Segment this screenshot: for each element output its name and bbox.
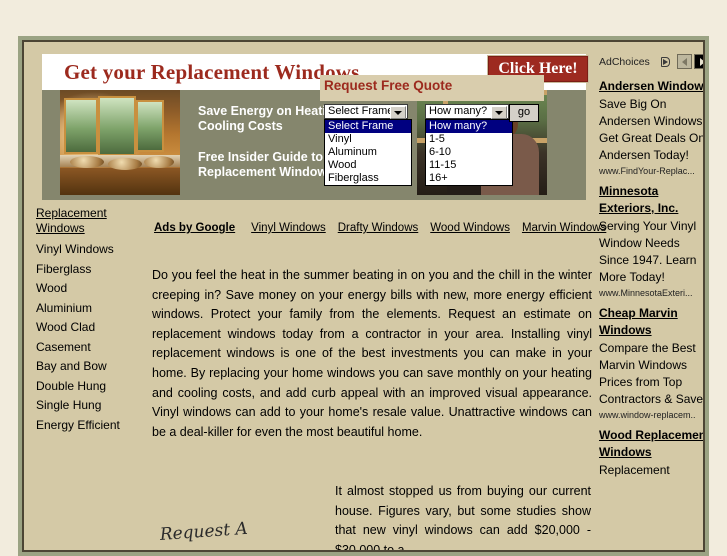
page-content: Get your Replacement Windows Save Energy… xyxy=(24,42,703,550)
rail-ad-3[interactable]: Cheap Marvin Windows Compare the Best Ma… xyxy=(599,305,703,421)
rail-ad-3-url: www.window-replacem.. xyxy=(599,410,696,420)
left-sidebar-nav: Replacement Windows Vinyl Windows Fiberg… xyxy=(36,206,152,435)
rail-ad-3-title[interactable]: Cheap Marvin Windows xyxy=(599,305,703,339)
quantity-option-4[interactable]: 16+ xyxy=(426,172,512,185)
sidebar-item-vinyl-windows[interactable]: Vinyl Windows xyxy=(36,240,152,260)
rail-ad-4-title[interactable]: Wood Replacement Windows xyxy=(599,427,703,461)
sidebar-item-single-hung[interactable]: Single Hung xyxy=(36,396,152,416)
page-frame: Get your Replacement Windows Save Energy… xyxy=(18,36,709,556)
ads-link-drafty-windows[interactable]: Drafty Windows xyxy=(338,222,419,234)
ads-by-google-label[interactable]: Ads by Google xyxy=(154,222,235,234)
sidebar-item-wood-clad[interactable]: Wood Clad xyxy=(36,318,152,338)
adchoices-triangle-icon[interactable] xyxy=(661,57,670,67)
frame-select-box[interactable]: Select Frame xyxy=(324,104,408,119)
rail-ad-1-description: Save Big On Andersen Windows. Get Great … xyxy=(599,97,703,162)
ads-by-google-row: Ads by Google Vinyl Windows Drafty Windows… xyxy=(154,222,606,234)
sidebar-item-replacement-windows[interactable]: Replacement Windows xyxy=(36,206,152,236)
go-button[interactable]: go xyxy=(509,104,539,122)
rail-ad-4[interactable]: Wood Replacement Windows Replacement xyxy=(599,427,703,479)
rail-ad-2-description: Serving Your Vinyl Window Needs Since 19… xyxy=(599,219,697,284)
quantity-select-value: How many? xyxy=(429,105,488,117)
quantity-option-3[interactable]: 11-15 xyxy=(426,159,512,172)
quantity-option-0[interactable]: How many? xyxy=(426,120,512,133)
rail-ad-1[interactable]: Andersen Windows Save Big On Andersen Wi… xyxy=(599,78,703,177)
quantity-select-group[interactable]: How many? How many? 1-5 6-10 11-15 16+ xyxy=(425,104,513,186)
chevron-right-icon[interactable] xyxy=(694,54,703,69)
rail-ad-3-description: Compare the Best Marvin Windows Prices f… xyxy=(599,341,703,406)
sidebar-item-aluminium[interactable]: Aluminium xyxy=(36,299,152,319)
ads-link-marvin-windows[interactable]: Marvin Windows xyxy=(522,222,606,234)
sidebar-item-fiberglass[interactable]: Fiberglass xyxy=(36,260,152,280)
sidebar-item-double-hung[interactable]: Double Hung xyxy=(36,377,152,397)
rail-ad-2-title[interactable]: Minnesota Exteriors, Inc. xyxy=(599,183,703,217)
chevron-down-icon[interactable] xyxy=(390,106,406,119)
adchoices-row: AdChoices xyxy=(599,54,703,72)
sidebar-item-wood[interactable]: Wood xyxy=(36,279,152,299)
chevron-left-icon[interactable] xyxy=(677,54,692,69)
rail-ad-4-description: Replacement xyxy=(599,463,670,477)
rail-ad-1-title[interactable]: Andersen Windows xyxy=(599,78,703,95)
quantity-select-box[interactable]: How many? xyxy=(425,104,509,119)
adchoices-label[interactable]: AdChoices xyxy=(599,56,650,68)
kitchen-window-photo xyxy=(60,90,180,195)
ads-link-vinyl-windows[interactable]: Vinyl Windows xyxy=(251,222,326,234)
frame-option-0[interactable]: Select Frame xyxy=(325,120,411,133)
main-article-paragraph: Do you feel the heat in the summer beati… xyxy=(152,268,592,439)
frame-option-2[interactable]: Aluminum xyxy=(325,146,411,159)
quantity-select-options[interactable]: How many? 1-5 6-10 11-15 16+ xyxy=(425,119,513,186)
quantity-option-2[interactable]: 6-10 xyxy=(426,146,512,159)
ads-link-wood-windows[interactable]: Wood Windows xyxy=(430,222,510,234)
right-ad-rail: AdChoices Andersen Windows Save Big On A… xyxy=(599,54,703,479)
frame-select-group[interactable]: Select Frame Select Frame Vinyl Aluminum… xyxy=(324,104,412,186)
frame-option-1[interactable]: Vinyl xyxy=(325,133,411,146)
frame-select-options[interactable]: Select Frame Vinyl Aluminum Wood Fibergl… xyxy=(324,119,412,186)
sidebar-item-energy-efficient[interactable]: Energy Efficient xyxy=(36,416,152,436)
request-a-quote-script-note: Request A xyxy=(159,518,249,545)
frame-option-4[interactable]: Fiberglass xyxy=(325,172,411,185)
sidebar-item-bay-and-bow[interactable]: Bay and Bow xyxy=(36,357,152,377)
testimonial-paragraph: It almost stopped us from buying our cur… xyxy=(335,484,591,550)
frame-select-value: Select Frame xyxy=(328,105,394,117)
quantity-option-1[interactable]: 1-5 xyxy=(426,133,512,146)
frame-option-3[interactable]: Wood xyxy=(325,159,411,172)
sidebar-item-casement[interactable]: Casement xyxy=(36,338,152,358)
rail-ad-1-url: www.FindYour-Replac... xyxy=(599,166,695,176)
quote-form-heading: Request Free Quote xyxy=(324,78,453,93)
rail-ad-2[interactable]: Minnesota Exteriors, Inc. Serving Your V… xyxy=(599,183,703,299)
rail-ad-2-url: www.MinnesotaExteri... xyxy=(599,288,693,298)
chevron-down-icon[interactable] xyxy=(491,106,507,119)
